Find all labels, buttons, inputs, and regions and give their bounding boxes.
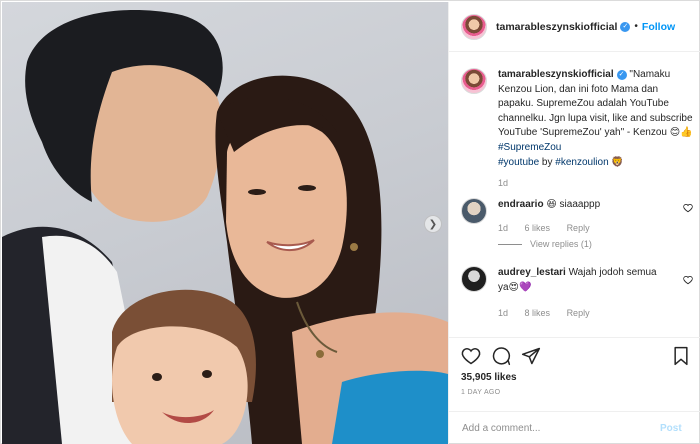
view-replies-label: View replies (1) bbox=[530, 239, 592, 249]
comment-username[interactable]: endraario bbox=[498, 199, 544, 210]
author-avatar[interactable] bbox=[461, 13, 487, 40]
comment-username[interactable]: audrey_lestari bbox=[498, 267, 566, 278]
comment-icon[interactable] bbox=[491, 346, 511, 366]
add-comment-input[interactable] bbox=[462, 422, 652, 434]
caption-emoji: 🦁 bbox=[608, 156, 624, 168]
hashtag-supremezou[interactable]: #SupremeZou bbox=[498, 142, 561, 153]
comment-meta: 1d 6 likes Reply bbox=[498, 223, 604, 233]
post-photo[interactable]: ❯ bbox=[2, 2, 448, 444]
caption: tamarableszynskiofficial ✓ "Namaku Kenzou… bbox=[461, 68, 693, 170]
comment-time[interactable]: 1d bbox=[498, 223, 508, 233]
comment-avatar[interactable] bbox=[461, 266, 487, 292]
comment-likes[interactable]: 6 likes bbox=[525, 223, 551, 233]
next-photo-button[interactable]: ❯ bbox=[424, 215, 442, 233]
comment-reply-button[interactable]: Reply bbox=[567, 308, 590, 318]
add-comment-bar: Post bbox=[449, 411, 700, 444]
post-time-ago[interactable]: 1 DAY AGO bbox=[461, 389, 500, 396]
follow-button[interactable]: Follow bbox=[642, 21, 675, 33]
verified-badge-icon: ✓ bbox=[620, 21, 631, 32]
comment-text-block: audrey_lestari Wajah jodoh semua ya😍💜 bbox=[498, 266, 668, 295]
family-photo-illustration bbox=[2, 10, 448, 444]
view-replies-button[interactable]: View replies (1) bbox=[498, 239, 592, 249]
hashtag-youtube[interactable]: #youtube bbox=[498, 157, 539, 168]
comment-avatar[interactable] bbox=[461, 198, 487, 224]
comment-text: 😆 siaaappp bbox=[543, 199, 601, 210]
heart-icon[interactable] bbox=[461, 346, 481, 366]
hashtag-kenzoulion[interactable]: #kenzoulion bbox=[555, 157, 608, 168]
post-side-panel: tamarableszynskiofficial ✓ • Follow tama… bbox=[448, 2, 700, 444]
post-comment-button[interactable]: Post bbox=[660, 423, 682, 434]
comment-like-heart-icon[interactable] bbox=[683, 203, 693, 213]
verified-badge-icon: ✓ bbox=[616, 70, 627, 80]
chevron-right-icon: ❯ bbox=[428, 218, 438, 230]
comment-endraario: endraario 😆 siaaappp bbox=[461, 198, 693, 224]
comment-time[interactable]: 1d bbox=[498, 308, 508, 318]
post-actions: 35,905 likes 1 DAY AGO bbox=[449, 337, 700, 413]
separator-dot: • bbox=[634, 21, 638, 32]
caption-username[interactable]: tamarableszynskiofficial bbox=[498, 69, 614, 80]
comment-reply-button[interactable]: Reply bbox=[567, 223, 590, 233]
comment-meta: 1d 8 likes Reply bbox=[498, 308, 604, 318]
likes-count[interactable]: 35,905 likes bbox=[461, 372, 517, 383]
post-header: tamarableszynskiofficial ✓ • Follow bbox=[449, 2, 700, 52]
comment-audrey-lestari: audrey_lestari Wajah jodoh semua ya😍💜 bbox=[461, 266, 693, 295]
caption-by: by bbox=[539, 156, 556, 168]
replies-line bbox=[498, 243, 522, 245]
comment-like-heart-icon[interactable] bbox=[683, 275, 693, 285]
comment-likes[interactable]: 8 likes bbox=[525, 308, 551, 318]
caption-text-block: tamarableszynskiofficial ✓ "Namaku Kenzou… bbox=[498, 68, 693, 170]
author-username[interactable]: tamarableszynskiofficial bbox=[496, 21, 617, 33]
caption-meta: 1d bbox=[498, 178, 522, 188]
share-icon[interactable] bbox=[521, 346, 541, 366]
instagram-post-window: ❯ tamarableszynskiofficial ✓ • Follow ta… bbox=[0, 0, 700, 444]
bookmark-icon[interactable] bbox=[671, 346, 691, 366]
comments-list[interactable]: tamarableszynskiofficial ✓ "Namaku Kenzou… bbox=[449, 53, 700, 337]
caption-time[interactable]: 1d bbox=[498, 178, 508, 188]
caption-author-avatar[interactable] bbox=[461, 68, 487, 94]
comment-text-block: endraario 😆 siaaappp bbox=[498, 198, 600, 224]
